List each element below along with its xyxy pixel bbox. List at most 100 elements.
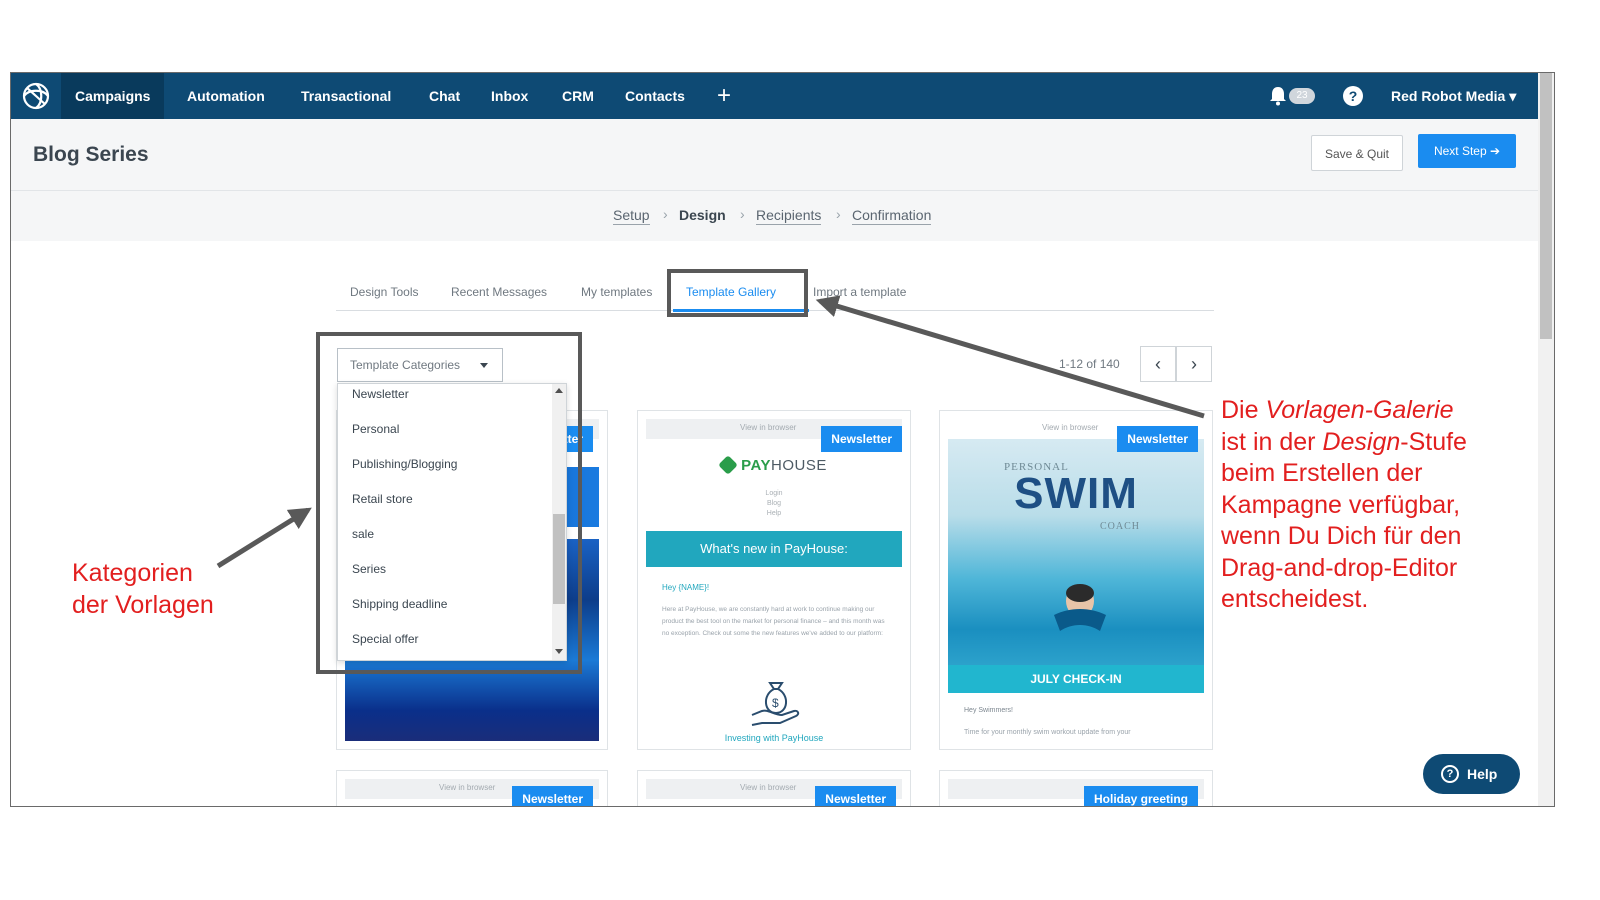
nav-automation[interactable]: Automation	[173, 73, 279, 119]
chevron-right-icon: ›	[740, 206, 745, 222]
template-card[interactable]: View in browser Newsletter PAYHOUSE Logi…	[637, 410, 911, 750]
page-title: Blog Series	[33, 143, 149, 166]
tab-recent-messages[interactable]: Recent Messages	[451, 285, 547, 299]
template-card[interactable]: View in browser Newsletter	[637, 770, 911, 806]
step-recipients[interactable]: Recipients	[756, 207, 822, 225]
brand-rest: HOUSE	[771, 457, 827, 474]
annotation-text-part: -Stufe	[1400, 427, 1467, 456]
dropdown-scroll-thumb[interactable]	[553, 514, 565, 604]
annotation-text-part: ist in der	[1221, 427, 1323, 456]
brand-bold: PAY	[741, 457, 771, 474]
help-question-icon[interactable]: ?	[1343, 86, 1363, 106]
link-blog: Blog	[766, 500, 781, 507]
notification-count-badge: 23	[1289, 88, 1315, 104]
pagination-count: 1-12 of 140	[1059, 357, 1120, 371]
next-step-button[interactable]: Next Step ➔	[1418, 134, 1516, 168]
step-design: Design	[679, 207, 726, 223]
nav-transactional[interactable]: Transactional	[287, 73, 405, 119]
account-menu[interactable]: Red Robot Media ▾	[1391, 73, 1516, 119]
template-card[interactable]: View in browser Newsletter PERSONAL SWIM…	[939, 410, 1213, 750]
template-card[interactable]: Holiday greeting	[939, 770, 1213, 806]
link-login: Login	[765, 490, 783, 497]
help-button[interactable]: ? Help	[1423, 754, 1520, 794]
brand-logo-icon[interactable]	[19, 79, 53, 113]
save-and-quit-button[interactable]: Save & Quit	[1311, 135, 1403, 171]
step-confirmation[interactable]: Confirmation	[852, 207, 932, 225]
payhouse-logo: PAYHOUSE	[638, 455, 910, 475]
category-option[interactable]: Personal	[338, 419, 566, 454]
nav-chat[interactable]: Chat	[415, 73, 474, 119]
page-scrollbar[interactable]	[1538, 73, 1554, 806]
category-option[interactable]: Publishing/Blogging	[338, 454, 566, 489]
category-option[interactable]: Shipping deadline	[338, 594, 566, 629]
add-menu-plus-icon[interactable]: +	[717, 73, 731, 119]
category-badge: Newsletter	[512, 786, 593, 806]
card-body-text: Time for your monthly swim workout updat…	[964, 729, 1131, 736]
annotation-emphasis: Vorlagen-Galerie	[1265, 396, 1454, 424]
category-option[interactable]: sale	[338, 524, 566, 559]
category-option[interactable]: Special offer	[338, 629, 566, 660]
annotation-emphasis: Design	[1322, 427, 1401, 456]
tab-import-template[interactable]: Import a template	[813, 285, 923, 299]
annotation-right-line: Kampagne verfügbar,	[1221, 490, 1467, 522]
annotation-box-gallery	[667, 269, 808, 317]
view-in-browser-link: View in browser	[1042, 423, 1099, 432]
page-scroll-thumb[interactable]	[1540, 73, 1552, 339]
page-header: Blog Series Save & Quit Next Step ➔	[11, 119, 1554, 191]
help-question-icon: ?	[1441, 765, 1459, 783]
template-card[interactable]: View in browser Newsletter	[336, 770, 608, 806]
chevron-right-icon: ›	[836, 206, 841, 222]
next-page-button[interactable]: ›	[1176, 346, 1212, 382]
annotation-left-text: Kategorien der Vorlagen	[72, 558, 214, 621]
svg-text:$: $	[772, 696, 779, 710]
leaf-icon	[718, 455, 739, 475]
nav-campaigns[interactable]: Campaigns	[61, 73, 165, 119]
annotation-right-line: entscheidest.	[1221, 584, 1467, 616]
view-in-browser-link: View in browser	[740, 783, 797, 792]
dropdown-scrollbar[interactable]	[552, 384, 566, 660]
card-title: SWIM	[1014, 469, 1138, 518]
nav-crm[interactable]: CRM	[548, 73, 608, 119]
annotation-right-line: beim Erstellen der	[1221, 458, 1467, 490]
annotation-text-part: wenn Du Dich für den	[1221, 522, 1462, 550]
annotation-text-part: Die	[1221, 396, 1266, 424]
annotation-right-line: Die Vorlagen-Galerie	[1221, 395, 1467, 427]
view-in-browser-link: View in browser	[740, 423, 797, 432]
category-badge: Newsletter	[815, 786, 896, 806]
top-navigation: Campaigns Automation Transactional Chat …	[11, 73, 1554, 119]
view-in-browser-link: View in browser	[439, 783, 496, 792]
card-links: Login Blog Help	[638, 489, 910, 519]
annotation-text-part: Drag-and-drop-Editor	[1221, 553, 1458, 582]
step-setup[interactable]: Setup	[613, 207, 650, 225]
card-banner: What's new in PayHouse:	[646, 531, 902, 567]
tab-my-templates[interactable]: My templates	[581, 285, 652, 299]
card-greeting: Hey Swimmers!	[964, 707, 1014, 714]
card-coach-label: COACH	[1100, 521, 1141, 532]
category-badge: Holiday greeting	[1083, 786, 1198, 806]
notification-bell-icon[interactable]	[1269, 86, 1287, 106]
annotation-left-line: der Vorlagen	[72, 590, 214, 619]
annotation-left-line: Kategorien	[72, 559, 193, 587]
nav-contacts[interactable]: Contacts	[611, 73, 699, 119]
scroll-up-arrow-icon[interactable]	[555, 388, 563, 393]
link-help: Help	[766, 510, 782, 517]
category-badge: Newsletter	[821, 426, 902, 452]
card-greeting: Hey {NAME}!	[662, 583, 710, 592]
category-option[interactable]: Retail store	[338, 489, 566, 524]
annotation-right-line: wenn Du Dich für den	[1221, 521, 1467, 553]
scroll-down-arrow-icon[interactable]	[555, 649, 563, 654]
category-option[interactable]: Newsletter	[338, 384, 566, 419]
annotation-right-line: Drag-and-drop-Editor	[1221, 553, 1467, 585]
nav-inbox[interactable]: Inbox	[477, 73, 542, 119]
card-band: JULY CHECK-IN	[948, 665, 1204, 693]
chevron-right-icon: ›	[663, 206, 668, 222]
swimmer-illustration	[1054, 584, 1106, 631]
category-option[interactable]: Series	[338, 559, 566, 594]
previous-page-button[interactable]: ‹	[1140, 346, 1176, 382]
money-bag-hand-icon: $	[751, 682, 800, 726]
card-body-text: Here at PayHouse, we are constantly hard…	[662, 606, 885, 637]
tab-design-tools[interactable]: Design Tools	[350, 285, 418, 299]
template-categories-list: Newsletter Personal Publishing/Blogging …	[337, 383, 567, 661]
category-badge: Newsletter	[1117, 426, 1198, 452]
step-breadcrumb: Setup › Design › Recipients › Confirmati…	[11, 191, 1554, 241]
